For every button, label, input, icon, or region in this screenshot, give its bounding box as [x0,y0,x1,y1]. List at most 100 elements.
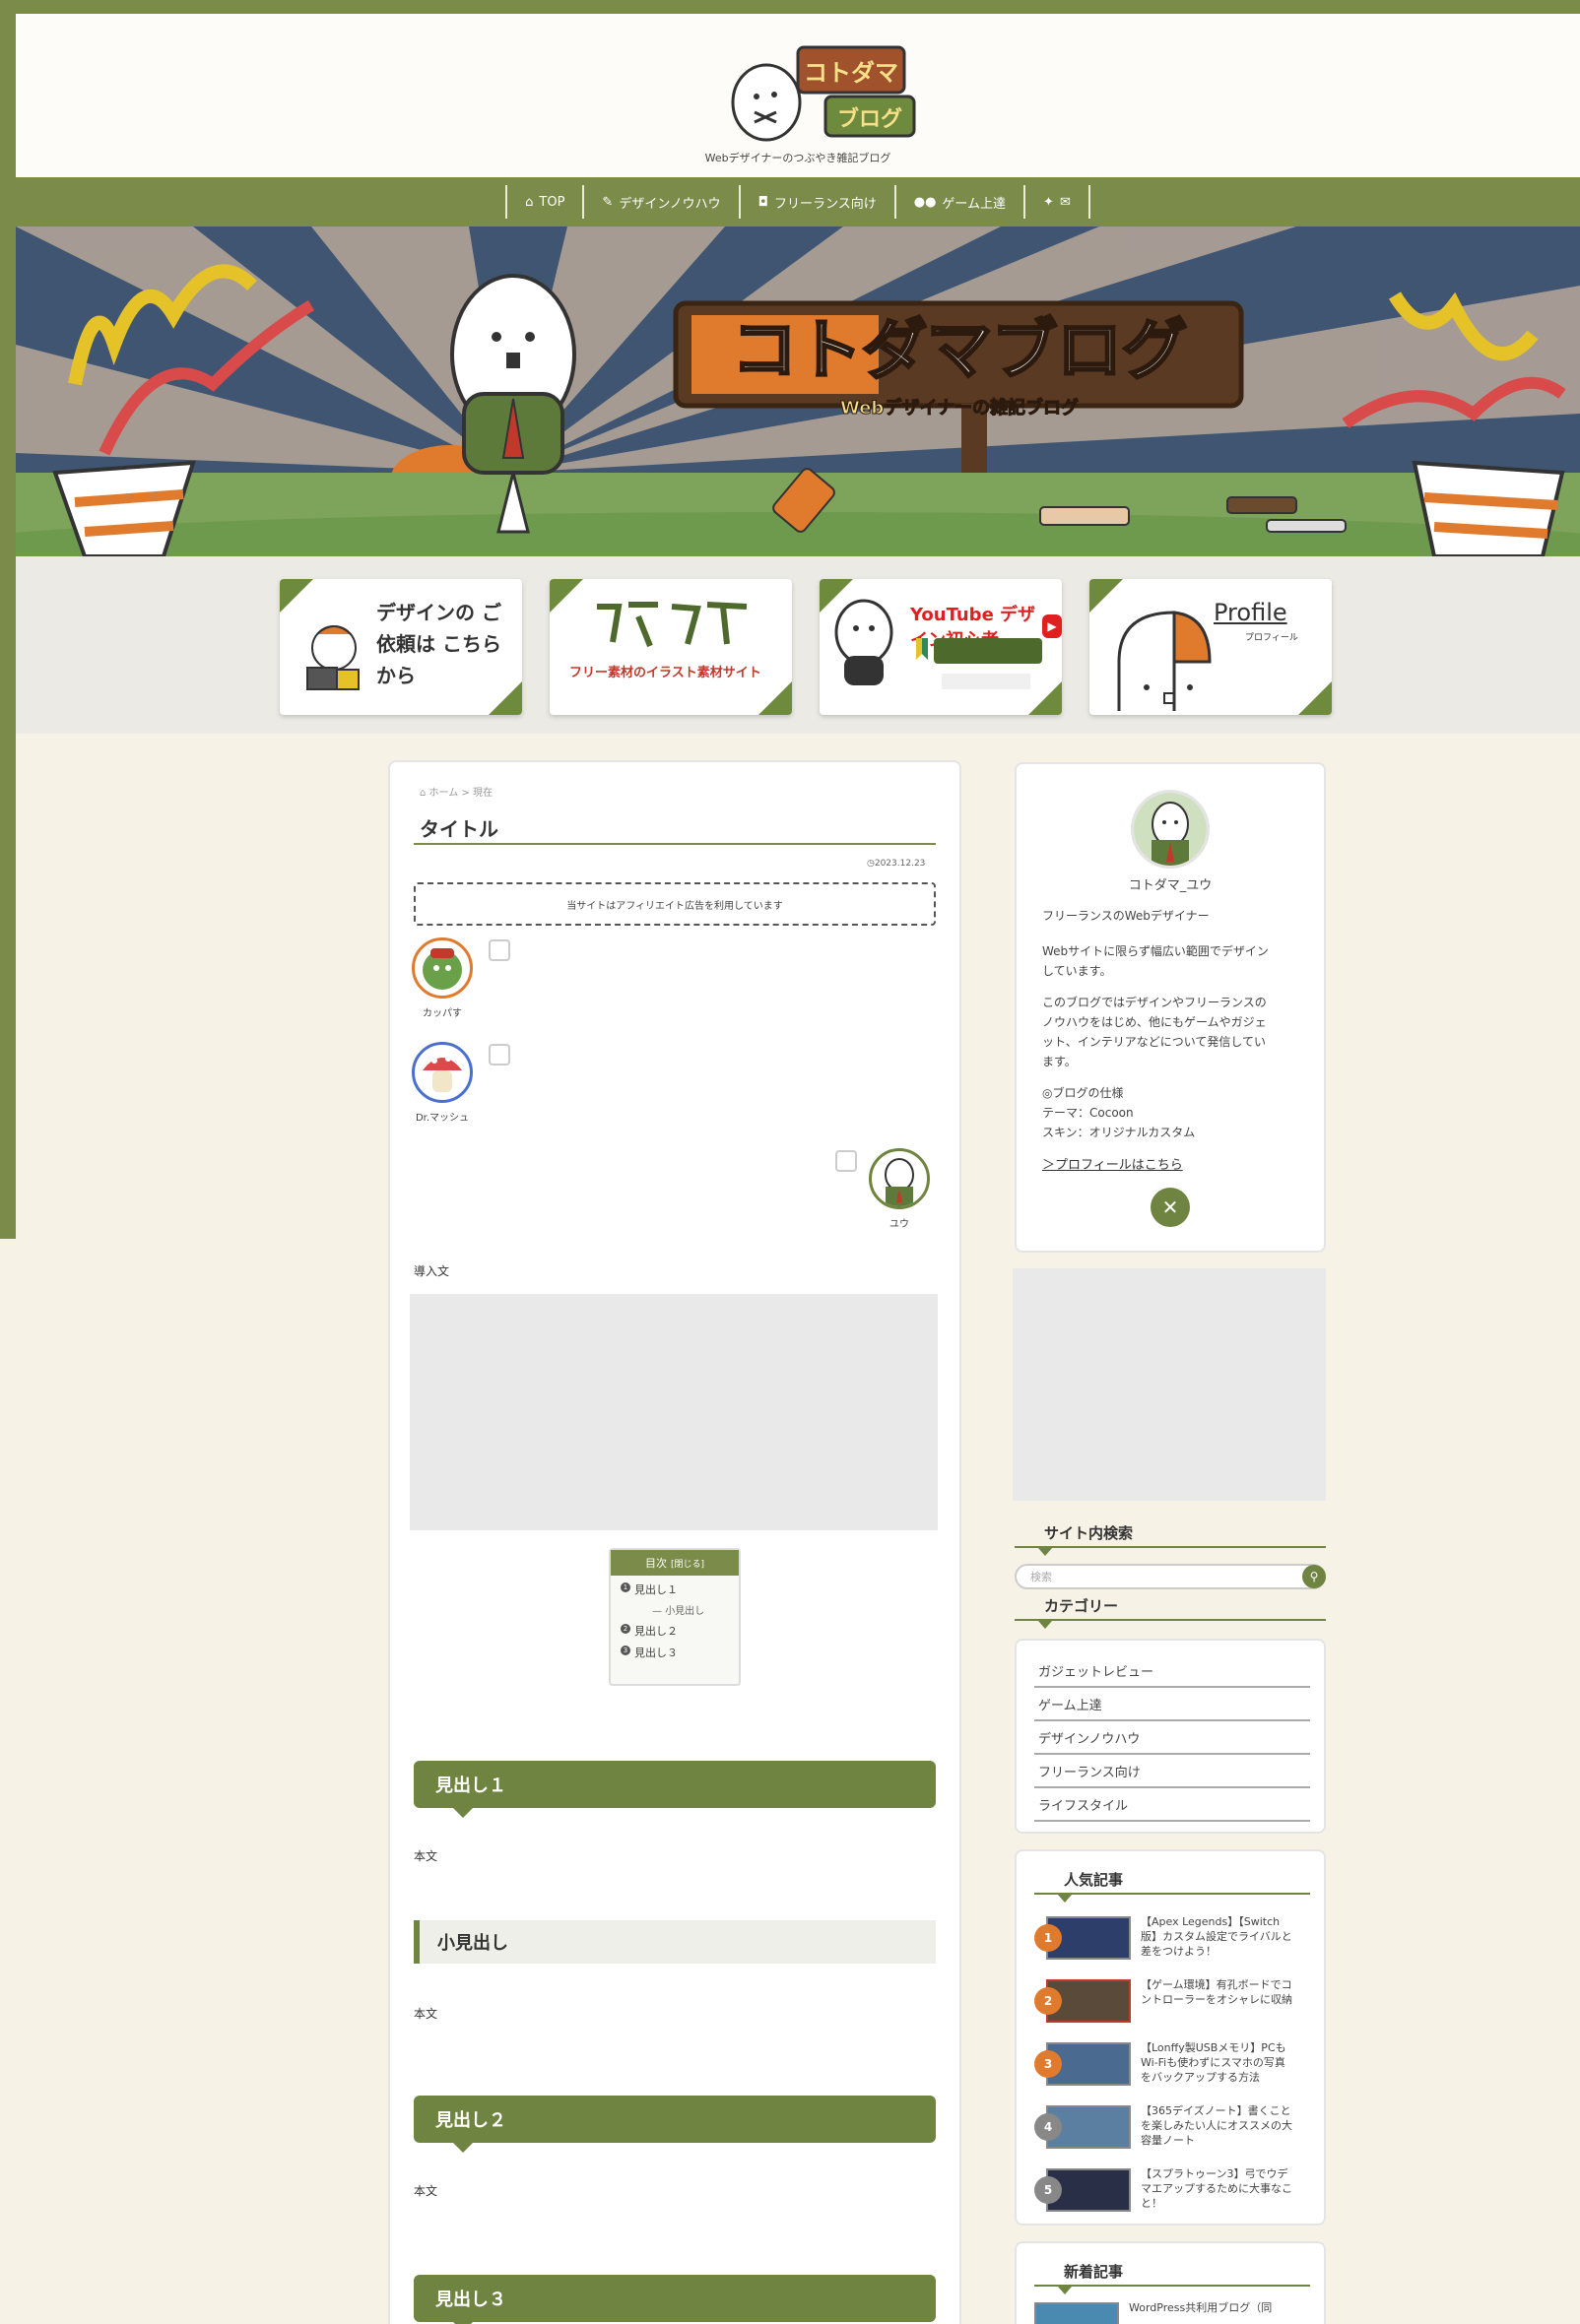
banner-youtube[interactable]: YouTube デザイン初心者 ▶ [820,579,1062,715]
banner-design-request[interactable]: デザインの ご依頼は こちらから [280,579,522,715]
section-rule [1015,1619,1326,1629]
speaker-name: Dr.マッシュ [415,1113,470,1124]
toc-toggle[interactable]: [閉じる] [671,1557,704,1570]
svg-text:コトダマブログ: コトダマブログ [732,312,1187,388]
profile-role: フリーランスのWebデザイナー [1042,909,1210,923]
frame-top [0,0,1580,14]
banner-label: フリー素材のイラスト素材サイト [569,666,761,680]
nav-item-label: TOP [539,194,565,210]
banner-illustration-site[interactable]: フリー素材のイラスト素材サイト [550,579,792,715]
frame-left [0,0,16,1239]
search-button[interactable]: ⚲ [1302,1565,1326,1588]
profile-spec: テーマ：Cocoon [1042,1106,1134,1120]
page-title: タイトル [420,817,498,841]
pencil-icon: ✎ [602,194,614,210]
article-card [388,760,961,2324]
mail-icon[interactable]: ✉ [1060,195,1071,210]
profile-text: このブログではデザインやフリーランスの [1042,996,1267,1009]
nav-item-label: ゲーム上達 [942,196,1007,212]
svg-text:Webデザイナーの雑記ブログ: Webデザイナーの雑記ブログ [840,397,1079,419]
toc-item[interactable]: 3 見出し３ [611,1645,739,1660]
body-text: 本文 [414,2007,438,2021]
banner-corner [280,579,313,613]
popular-post-item[interactable]: 3 【Lonffy製USBメモリ】PCも Wi-Fiも使わずにスマホの写真 をバ… [1034,2036,1314,2092]
toc-number-icon: 2 [621,1624,630,1634]
search-icon: ⚲ [1309,1570,1319,1583]
toc-item[interactable]: 1 見出し１ [611,1582,739,1597]
rank-badge: 4 [1034,2113,1062,2141]
speaker-yu: ユウ [869,1148,930,1230]
x-social-button[interactable]: ✕ [1151,1188,1190,1227]
hero-banner: コトダマブログ Webデザイナーの雑記ブログ [16,226,1580,556]
speaker-kappa: カッパす [412,937,473,1019]
subheading: 小見出し [414,1920,936,1964]
table-of-contents: 目次 [閉じる] 1 見出し１ — 小見出し 2 見出し２ 3 見出し３ [609,1548,741,1686]
post-title: 【Apex Legends】【Switch 版】カスタム設定でライバルと 差をつ… [1141,1915,1292,1958]
toc-item[interactable]: 2 見出し２ [611,1623,739,1639]
new-posts-title: 新着記事 [1064,2263,1124,2281]
popular-post-item[interactable]: 5 【スプラトゥーン3】弓でウデ マエアップするために大事なこ と！ [1034,2163,1314,2218]
speaker-mash: Dr.マッシュ [412,1042,473,1124]
section-rule [1034,2285,1310,2294]
title-underline [414,843,936,845]
banner-profile[interactable]: Profile プロフィール [1089,579,1332,715]
clock-icon: ◷ [867,859,875,869]
profile-spec: ◎ブログの仕様 [1042,1086,1124,1100]
popular-post-item[interactable]: 4 【365デイズノート】書くこと を楽しみたい人にオススメの大 容量ノート [1034,2099,1314,2155]
x-icon: ✕ [1161,1195,1179,1219]
new-post-item[interactable]: WordPress共利用ブログ（同 [1034,2296,1314,2324]
nav-item-design[interactable]: ✎ デザインノウハウ [582,185,738,219]
avatar [412,937,473,999]
popular-post-item[interactable]: 1 【Apex Legends】【Switch 版】カスタム設定でライバルと 差… [1034,1910,1314,1966]
banner-corner [1298,681,1332,715]
twitter-icon[interactable]: ✦ [1043,195,1054,210]
gamepad-icon: ●● [913,194,937,210]
toc-header: 目次 [閉じる] [611,1550,739,1576]
nav-social: ✦ ✉ [1023,185,1090,219]
profile-spec: スキン：オリジナルカスタム [1042,1126,1196,1139]
nav-item-game[interactable]: ●● ゲーム上達 [893,185,1023,219]
profile-card: コトダマ_ユウ フリーランスのWebデザイナー Webサイトに限らず幅広い範囲で… [1015,762,1326,1253]
heading-3: 見出し３ [414,2275,936,2324]
banner-strip [16,556,1580,734]
search-title: サイト内検索 [1044,1524,1134,1542]
banner-label: デザインの ご依頼は こちらから [376,601,501,687]
nav-item-top[interactable]: ⌂ TOP [505,185,582,219]
category-item[interactable]: ゲーム上達 [1034,1688,1310,1721]
site-logo[interactable]: コトダマ ブログ [715,35,918,152]
banner-corner [550,579,583,613]
home-icon: ⌂ [525,194,534,210]
profile-text: ノウハウをはじめ、他にもゲームやガジェ [1042,1015,1267,1029]
camera-icon: ◘ [757,194,768,210]
popular-post-item[interactable]: 2 【ゲーム環境】有孔ボードでコ ントローラーをオシャレに収納 [1034,1973,1314,2029]
toc-subitem[interactable]: — 小見出し [611,1602,739,1617]
profile-link[interactable]: ＞プロフィールはこちら [1042,1154,1183,1173]
intro-text: 導入文 [414,1264,450,1278]
profile-text: ます。 [1042,1055,1077,1068]
category-title: カテゴリー [1044,1597,1119,1615]
post-date: ◷2023.12.23 [867,859,926,869]
search-input[interactable]: 検索 [1015,1564,1326,1589]
popular-title: 人気記事 [1064,1871,1124,1889]
affiliate-notice: 当サイトはアフィリエイト広告を利用しています [414,882,936,926]
svg-text:コトダマ: コトダマ [804,59,898,87]
toc-number-icon: 1 [621,1582,630,1592]
nav-item-label: フリーランス向け [773,196,877,212]
category-item[interactable]: デザインノウハウ [1034,1721,1310,1755]
category-item[interactable]: ライフスタイル [1034,1788,1310,1822]
global-nav: ⌂ TOP ✎ デザインノウハウ ◘ フリーランス向け ●● ゲーム上達 ✦ ✉ [16,177,1580,226]
category-item[interactable]: フリーランス向け [1034,1755,1310,1788]
nav-item-freelance[interactable]: ◘ フリーランス向け [738,185,894,219]
profile-name: コトダマ_ユウ [1128,878,1213,893]
post-title: 【Lonffy製USBメモリ】PCも Wi-Fiも使わずにスマホの写真 をバック… [1141,2041,1286,2084]
popular-posts-card: 人気記事 1 【Apex Legends】【Switch 版】カスタム設定でライ… [1015,1849,1326,2226]
category-item[interactable]: ガジェットレビュー [1034,1654,1310,1688]
post-title: WordPress共利用ブログ（同 [1129,2301,1273,2314]
speech-bubble [489,939,510,961]
profile-text: Webサイトに限らず幅広い範囲でデザイン [1042,944,1269,958]
speaker-name: カッパす [423,1008,462,1019]
speaker-name: ユウ [889,1219,909,1230]
breadcrumb[interactable]: ⌂ ホーム > 現在 [420,784,493,799]
section-rule [1015,1546,1326,1556]
heading-notch [453,2143,473,2153]
